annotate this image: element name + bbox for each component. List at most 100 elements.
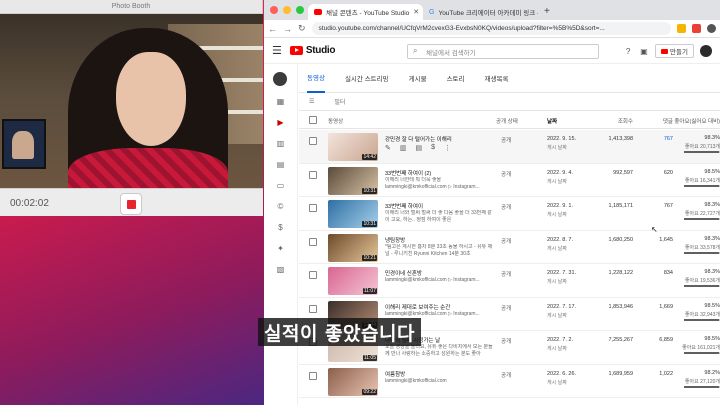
video-description: 오늘 영상을 올리요, 유튜 좋은 다비치에서 모든 분들 께 만나 사랑하는 …: [385, 344, 493, 357]
profile-icon[interactable]: [707, 24, 716, 33]
analytics-icon[interactable]: ▥: [275, 138, 286, 149]
row-checkbox[interactable]: [309, 237, 317, 246]
view-count: 1,228,122: [608, 270, 633, 276]
help-icon[interactable]: ?: [623, 46, 633, 56]
row-checkbox[interactable]: [309, 371, 317, 380]
customization-icon[interactable]: ✦: [275, 243, 286, 254]
monetization-icon[interactable]: $: [431, 144, 435, 152]
visibility-status[interactable]: 공개: [501, 170, 511, 178]
menu-icon[interactable]: ☰: [272, 44, 282, 57]
url-field[interactable]: studio.youtube.com/channel/UCfqVrM2cvexG…: [311, 22, 671, 35]
channel-avatar[interactable]: [273, 72, 287, 86]
publish-date: 2022. 7. 31.: [547, 270, 577, 276]
content-icon[interactable]: ▶: [275, 117, 286, 128]
visibility-status[interactable]: 공개: [501, 371, 511, 379]
filter-bar[interactable]: ☰ 필터: [299, 93, 720, 111]
video-title[interactable]: 민경이네 신혼방: [385, 269, 495, 277]
comment-count[interactable]: 767: [664, 136, 673, 142]
column-comments[interactable]: 댓글: [663, 117, 673, 125]
table-row[interactable]: 14:42 강민경 잘 다 털어가는 이해리 ✎ ▥ ▤ $ ⋮ 공개 2022. 9. 15.…: [299, 130, 720, 164]
tab-stories[interactable]: 스토리: [447, 64, 465, 93]
video-caption: 실적이 좋았습니다: [258, 318, 421, 346]
close-tab-icon[interactable]: ✕: [413, 8, 419, 16]
video-thumbnail[interactable]: 10:21: [328, 233, 378, 262]
studio-logo[interactable]: Studio: [289, 45, 335, 56]
column-views[interactable]: 조회수: [618, 117, 633, 125]
visibility-status[interactable]: 공개: [501, 237, 511, 245]
view-count: 992,597: [613, 169, 633, 176]
table-row[interactable]: 10:31 33번번째 하여이 (2) 이해리 너한테 뭐 더욱 좋을 lammin…: [299, 164, 720, 197]
analytics-bars-icon[interactable]: ▥: [400, 144, 407, 152]
tab-playlists[interactable]: 재생목록: [485, 64, 509, 93]
video-title[interactable]: 33번번째 하여이 (2): [385, 169, 495, 177]
visibility-status[interactable]: 공개: [501, 203, 511, 211]
extension-icon[interactable]: [677, 24, 686, 33]
stop-record-button[interactable]: [120, 193, 142, 215]
comment-count: 620: [663, 169, 673, 176]
video-thumbnail[interactable]: 11:07: [328, 267, 378, 295]
table-row[interactable]: 11:07 민경이네 신혼방 lammingki@kmkofficial.com ▷…: [299, 264, 720, 298]
video-thumbnail[interactable]: 09:22: [328, 367, 378, 396]
row-checkbox[interactable]: [309, 137, 317, 145]
audio-library-icon[interactable]: ▧: [275, 264, 286, 275]
close-window-button[interactable]: [270, 6, 278, 14]
video-title[interactable]: 33번번째 하여이: [385, 202, 495, 210]
tab-bar: 채널 콘텐츠 - YouTube Studio ✕ G YouTube 크리에이…: [264, 0, 720, 20]
video-duration: 10:31: [362, 221, 377, 227]
column-visibility[interactable]: 공개 상태: [496, 117, 518, 125]
date-status: 게시 날짜: [547, 312, 567, 319]
like-ratio-bar: [684, 151, 720, 153]
create-label: 만들기: [670, 49, 688, 56]
video-thumbnail[interactable]: 10:31: [328, 166, 378, 195]
dashboard-icon[interactable]: ▦: [275, 96, 286, 107]
table-row[interactable]: 09:22 여름참방 lammingki@kmkofficial.com 공개 2022…: [299, 365, 720, 398]
column-date[interactable]: 날짜: [547, 117, 557, 125]
row-checkbox[interactable]: [309, 170, 317, 179]
notifications-icon[interactable]: ▣: [639, 46, 649, 56]
video-duration: 14:42: [362, 154, 377, 160]
tab-youtube-studio[interactable]: 채널 콘텐츠 - YouTube Studio ✕: [308, 4, 423, 20]
like-percentage: 98.5%: [704, 302, 720, 309]
visibility-status[interactable]: 공개: [501, 136, 511, 144]
tab-live[interactable]: 실시간 스트리밍: [345, 64, 389, 93]
subtitles-icon[interactable]: ▭: [275, 180, 286, 191]
row-checkbox[interactable]: [309, 204, 317, 212]
video-duration: 10:31: [362, 187, 377, 194]
earn-icon[interactable]: $: [275, 222, 286, 233]
header-actions: ? ▣ 만들기: [623, 44, 712, 58]
comments-icon[interactable]: ▤: [275, 159, 286, 170]
column-likes[interactable]: 좋아요(싫어요 대비): [674, 117, 720, 125]
video-title[interactable]: 냉팀장방: [385, 236, 495, 244]
video-thumbnail[interactable]: 10:31: [328, 200, 378, 228]
forward-arrow-icon[interactable]: →: [283, 24, 292, 34]
channel-search-input[interactable]: ⌕ 채널에서 검색하기: [407, 44, 599, 59]
zoom-window-button[interactable]: [296, 6, 304, 14]
reload-icon[interactable]: ↻: [298, 23, 306, 34]
tab-videos[interactable]: 동영상: [307, 64, 325, 93]
video-title[interactable]: 강민경 잘 다 털어가는 이해리: [385, 135, 495, 143]
tab-posts[interactable]: 게시물: [409, 64, 427, 93]
tab-creator-academy[interactable]: G YouTube 크리에이터 아카데미 링크 - ✕: [423, 4, 538, 20]
back-arrow-icon[interactable]: ←: [268, 24, 277, 34]
minimize-window-button[interactable]: [283, 6, 291, 14]
row-checkbox[interactable]: [309, 271, 317, 279]
more-options-icon[interactable]: ⋮: [444, 144, 451, 152]
video-title[interactable]: 여름참방: [385, 370, 495, 378]
video-title[interactable]: 이해리 제대로 보여주는 순간: [385, 303, 495, 311]
new-tab-button[interactable]: +: [538, 6, 556, 20]
comments-bubble-icon[interactable]: ▤: [416, 144, 423, 152]
like-ratio-bar: [684, 184, 720, 187]
edit-pencil-icon[interactable]: ✎: [385, 144, 391, 152]
row-checkbox[interactable]: [309, 304, 317, 313]
select-all-checkbox[interactable]: [309, 116, 317, 124]
table-row[interactable]: 10:21 냉팀장방 *팀고은 계시한 흥차 8분 33초 동물 하시고 - 유튜 …: [299, 231, 720, 264]
visibility-status[interactable]: 공개: [501, 304, 511, 312]
extension-icon[interactable]: [692, 24, 701, 33]
visibility-status[interactable]: 공개: [501, 337, 511, 345]
visibility-status[interactable]: 공개: [501, 270, 511, 278]
view-count: 1,413,398: [608, 136, 633, 142]
create-button[interactable]: 만들기: [655, 44, 694, 58]
copyright-icon[interactable]: ©: [275, 201, 286, 212]
account-avatar[interactable]: [700, 45, 712, 57]
video-thumbnail[interactable]: 14:42: [328, 133, 378, 161]
